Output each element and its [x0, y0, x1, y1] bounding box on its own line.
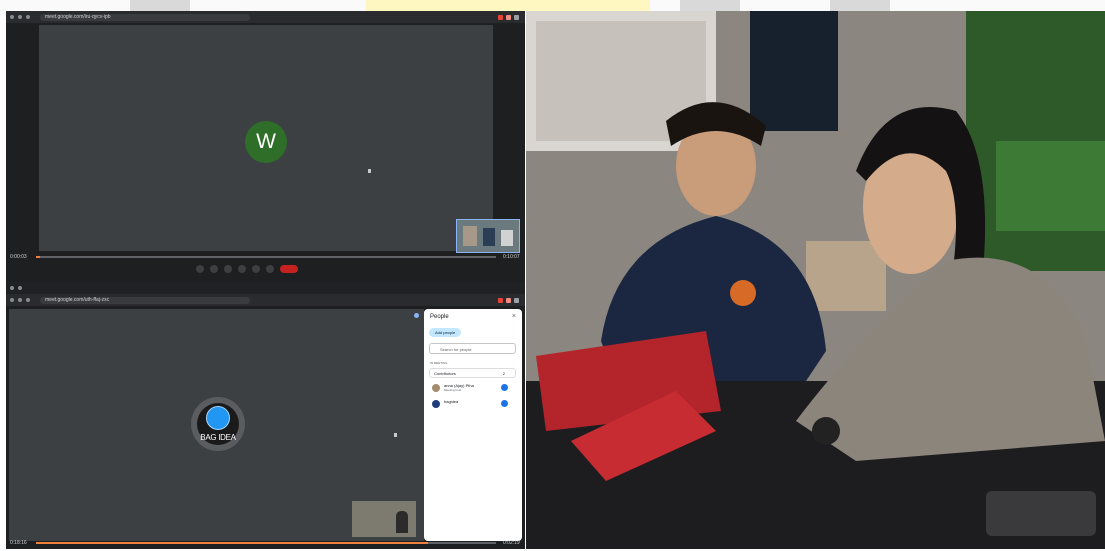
participant-avatar: W	[245, 121, 287, 163]
search-input[interactable]: Search for people	[429, 343, 516, 354]
more-options-icon[interactable]	[266, 265, 274, 273]
background-strip	[0, 0, 1105, 11]
audio-icon	[501, 384, 508, 391]
grey-block	[830, 0, 890, 11]
tab-icon[interactable]	[10, 286, 14, 290]
section-label: IN MEETING	[430, 361, 448, 365]
add-people-button[interactable]: Add people	[429, 328, 462, 337]
video-figure	[501, 230, 513, 246]
reload-icon[interactable]	[26, 298, 30, 302]
browser-toolbar: meet.google.com/uth-ffaj-zxc	[6, 294, 525, 306]
captions-icon[interactable]	[224, 265, 232, 273]
cafe-photo	[526, 11, 1105, 549]
video-figure	[396, 511, 408, 533]
back-icon[interactable]	[10, 15, 14, 19]
camera-icon[interactable]	[210, 265, 218, 273]
people-panel: People × Add people Search for people IN…	[424, 309, 522, 541]
participant-role: Meeting host	[444, 388, 462, 392]
back-icon[interactable]	[10, 298, 14, 302]
record-icon[interactable]	[498, 14, 503, 20]
participant-tile-logo: BAG IDEA	[191, 397, 245, 451]
watch-icon	[812, 417, 840, 445]
grey-block	[130, 0, 190, 11]
elapsed-time: 0:18:16	[10, 540, 27, 546]
self-view-tile[interactable]	[352, 501, 416, 537]
plants	[996, 141, 1105, 231]
avatar	[432, 384, 440, 392]
logo-badge: BAG IDEA	[197, 403, 239, 445]
contributors-group[interactable]: Contributors 2	[429, 368, 516, 378]
address-bar[interactable]: meet.google.com/uth-ffaj-zxc	[40, 296, 250, 304]
seekbar-progress	[36, 542, 428, 544]
logo-text: BAG IDEA	[200, 433, 236, 442]
poster	[750, 11, 838, 131]
screen-recording-panel: meet.google.com/iru-qycv-ipb W 0:00:03 0…	[6, 11, 525, 549]
group-label: Contributors	[434, 371, 456, 376]
raise-hand-icon[interactable]	[238, 265, 246, 273]
mic-icon[interactable]	[196, 265, 204, 273]
audio-icon	[501, 400, 508, 407]
participant-row[interactable]: anna (Ajay) Ptha Meeting host	[430, 383, 516, 395]
extension-icon[interactable]	[506, 14, 511, 20]
participant-row[interactable]: bagidea	[430, 399, 516, 411]
present-icon[interactable]	[252, 265, 260, 273]
close-icon[interactable]: ×	[512, 313, 516, 320]
extension-icons	[498, 14, 525, 20]
mouse-cursor-icon	[394, 433, 397, 437]
mouse-cursor-icon	[368, 169, 371, 173]
address-bar[interactable]: meet.google.com/iru-qycv-ipb	[40, 13, 250, 21]
grey-block	[680, 0, 740, 11]
phone-on-table	[986, 491, 1096, 536]
tab-icon[interactable]	[18, 286, 22, 290]
reload-icon[interactable]	[26, 15, 30, 19]
meet-controls	[6, 262, 525, 276]
chair	[806, 241, 886, 311]
extension-icon[interactable]	[506, 297, 511, 303]
self-view-tile[interactable]	[456, 219, 520, 253]
video-figure	[483, 228, 495, 246]
elapsed-time: 0:00:03	[10, 254, 27, 260]
photo-illustration	[526, 11, 1105, 549]
extension-icon[interactable]	[514, 297, 519, 303]
avatar	[432, 400, 440, 408]
panel-title: People	[430, 314, 449, 320]
globe-icon	[206, 406, 230, 430]
seekbar-progress	[36, 256, 40, 258]
forward-icon[interactable]	[18, 298, 22, 302]
record-icon[interactable]	[498, 297, 503, 303]
meet-video-area: W	[39, 25, 493, 251]
total-time: 0:02:19	[503, 540, 520, 546]
audio-indicator-icon	[414, 313, 419, 318]
video-figure	[463, 226, 477, 246]
group-count: 2	[502, 371, 505, 376]
yellow-block	[366, 0, 650, 11]
shirt-logo	[730, 280, 756, 306]
playback-seekbar[interactable]	[36, 542, 496, 544]
end-call-button[interactable]	[280, 265, 298, 273]
browser-toolbar: meet.google.com/iru-qycv-ipb	[6, 11, 525, 23]
participant-name: bagidea	[444, 399, 459, 404]
extension-icons	[498, 297, 525, 303]
forward-icon[interactable]	[18, 15, 22, 19]
tab-strip	[6, 282, 525, 294]
extension-icon[interactable]	[514, 14, 519, 20]
total-time: 0:10:07	[503, 254, 520, 260]
playback-seekbar[interactable]	[36, 256, 496, 258]
